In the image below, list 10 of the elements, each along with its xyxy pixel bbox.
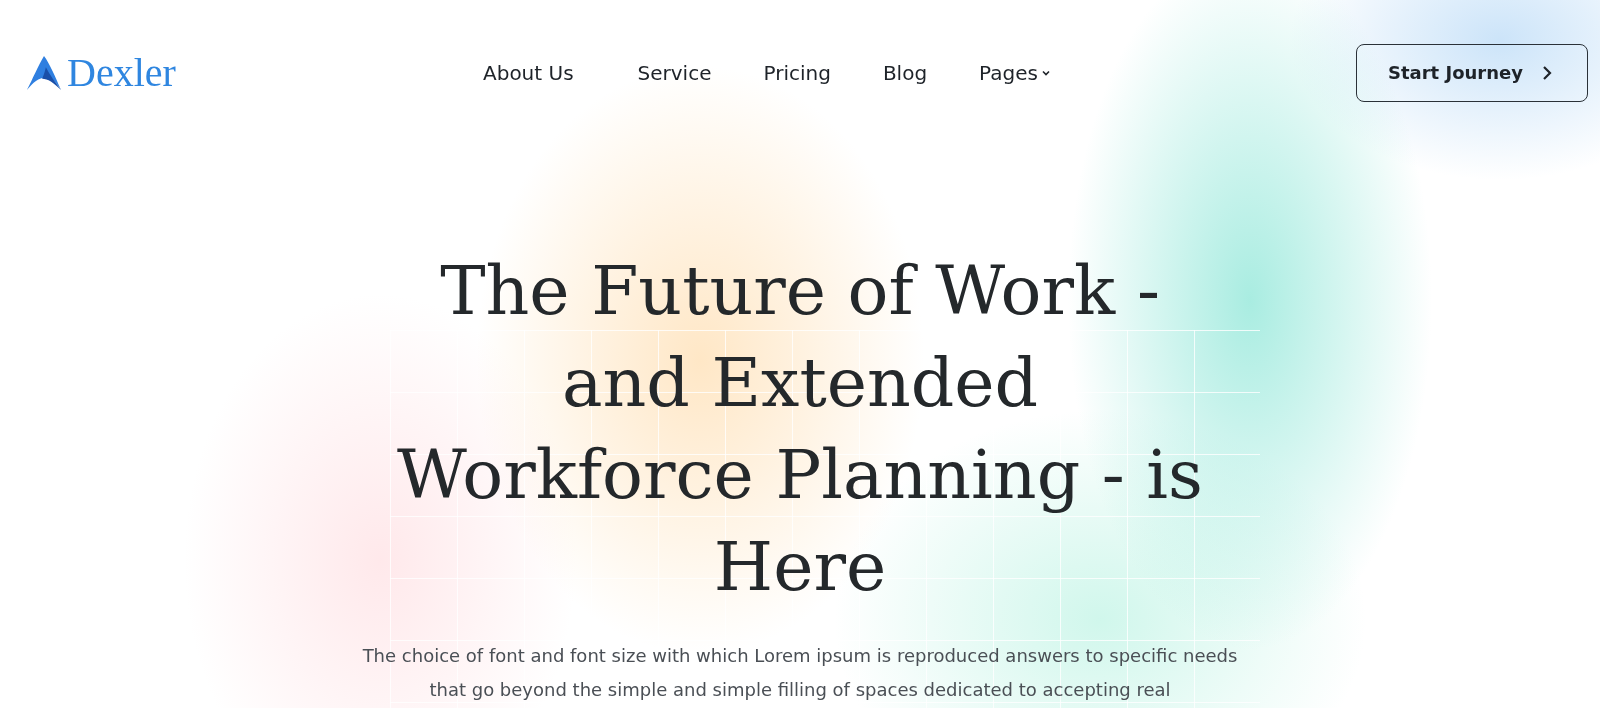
hero-title: The Future of Work - and Extended Workforce Planning - is Here	[395, 250, 1204, 608]
brand-name[interactable]: Dexler	[67, 49, 176, 96]
start-journey-button[interactable]: Start Journey	[1356, 43, 1588, 102]
nav-link[interactable]: About Us	[483, 60, 574, 85]
nav-link[interactable]: Pricing	[763, 60, 831, 85]
nav-link[interactable]: Pages	[979, 60, 1051, 85]
nav-link[interactable]: Service	[637, 60, 712, 85]
nav-link[interactable]: Blog	[882, 60, 928, 85]
chevron-right-icon	[1541, 64, 1553, 81]
hero-text: The choice of font and font size with which Lorem ipsum is reproduced answers to specific needs that go beyond the simple and simple filling of spaces dedicated to accepting real	[361, 644, 1239, 702]
